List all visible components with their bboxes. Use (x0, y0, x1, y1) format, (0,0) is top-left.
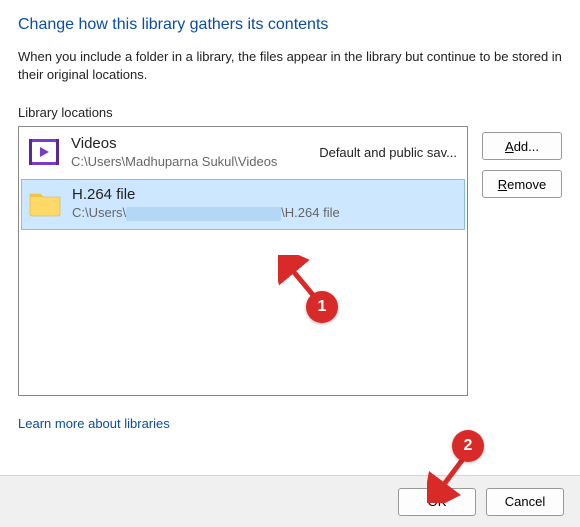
item-path: C:\Users\Madhuparna Sukul\Videos (71, 154, 309, 169)
item-title: Videos (71, 135, 309, 152)
redacted-path-segment (126, 207, 281, 221)
path-suffix: \H.264 file (281, 205, 340, 220)
remove-button[interactable]: Remove (482, 170, 562, 198)
item-title: H.264 file (72, 186, 456, 203)
annotation-badge-2: 2 (452, 430, 484, 462)
learn-more-link[interactable]: Learn more about libraries (18, 416, 170, 431)
library-locations-list[interactable]: Videos C:\Users\Madhuparna Sukul\Videos … (18, 126, 468, 396)
cancel-button[interactable]: Cancel (486, 488, 564, 516)
library-location-item-selected[interactable]: H.264 file C:\Users\ \H.264 file (21, 179, 465, 230)
library-locations-label: Library locations (18, 105, 562, 120)
item-status: Default and public sav... (319, 145, 457, 160)
add-button[interactable]: Add... (482, 132, 562, 160)
videos-library-icon (27, 135, 61, 169)
dialog-button-bar: OK Cancel (0, 475, 580, 527)
ok-button[interactable]: OK (398, 488, 476, 516)
description-text: When you include a folder in a library, … (18, 48, 562, 83)
path-prefix: C:\Users\ (72, 205, 126, 220)
page-title: Change how this library gathers its cont… (18, 16, 562, 34)
library-location-item[interactable]: Videos C:\Users\Madhuparna Sukul\Videos … (19, 127, 467, 177)
folder-icon (28, 186, 62, 220)
item-path: C:\Users\ \H.264 file (72, 205, 456, 221)
